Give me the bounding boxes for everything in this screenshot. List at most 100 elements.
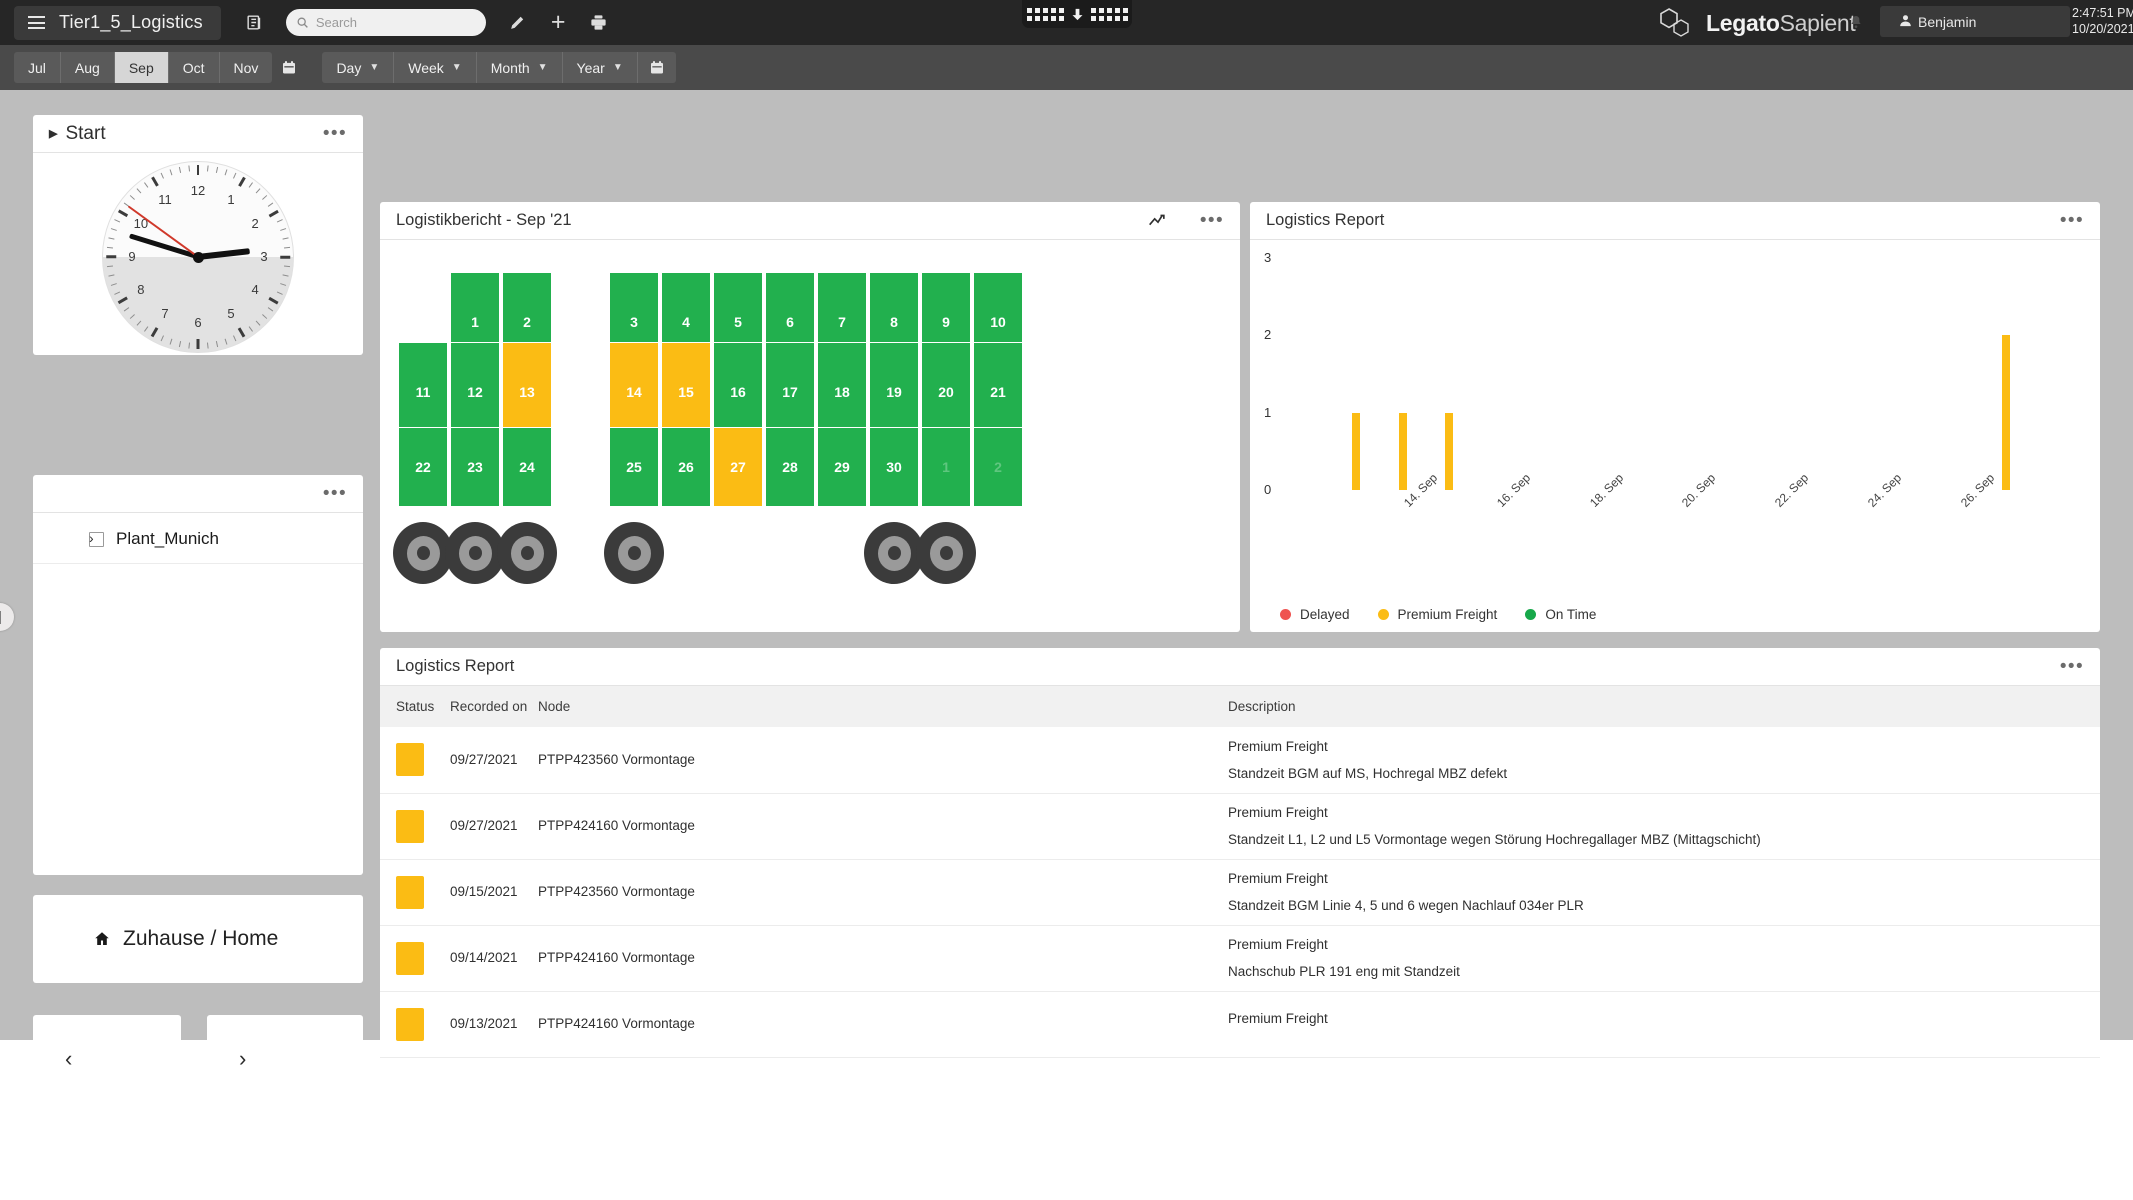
chart-legend: Delayed Premium Freight On Time: [1280, 607, 1596, 622]
day-status-cell[interactable]: 22: [398, 427, 448, 507]
day-status-cell[interactable]: 29: [817, 427, 867, 507]
table-row[interactable]: 09/27/2021 PTPP424160 Vormontage Premium F…: [380, 793, 2100, 860]
cell-node: PTPP423560 Vormontage: [538, 751, 695, 767]
clock-tick: [106, 255, 116, 259]
wheel-indicator[interactable]: [497, 522, 557, 584]
chart-bar[interactable]: [1352, 412, 1361, 490]
chart-card-menu-button[interactable]: •••: [2060, 211, 2084, 230]
app-menu-button[interactable]: Tier1_5_Logistics: [14, 5, 221, 40]
chart-bar[interactable]: [1398, 412, 1407, 490]
tree-item-plant-munich[interactable]: Plant_Munich: [33, 513, 363, 564]
table-row[interactable]: 09/27/2021 PTPP423560 Vormontage Premium F…: [380, 727, 2100, 794]
wheel-indicator[interactable]: [393, 522, 453, 584]
next-page-card[interactable]: ›: [207, 1015, 363, 1103]
day-status-cell[interactable]: 24: [502, 427, 552, 507]
day-status-cell[interactable]: 28: [765, 427, 815, 507]
window-drag-handle[interactable]: [1022, 0, 1132, 28]
plus-icon[interactable]: +: [551, 10, 566, 35]
previous-page-card[interactable]: ‹: [33, 1015, 181, 1103]
cell-node: PTPP424160 Vormontage: [538, 950, 695, 965]
clock-hour-number: 12: [190, 183, 206, 198]
month-tab-oct[interactable]: Oct: [168, 52, 220, 83]
day-status-cell[interactable]: 25: [609, 427, 659, 507]
cell-node-wrap: PTPP424160 Vormontage: [538, 925, 1228, 992]
chevron-right-icon[interactable]: ›: [207, 1015, 363, 1103]
day-status-cell[interactable]: 27: [713, 427, 763, 507]
cell-node-wrap: PTPP424160 Vormontage: [538, 991, 1228, 1058]
bar-chart-plot: 0 1 2 3 14. Sep 16. Sep 18. Sep 20. Sep 22. Sep 2…: [1250, 240, 2100, 580]
range-tab-year[interactable]: Year ▼: [562, 52, 638, 83]
wheel-indicator[interactable]: [916, 522, 976, 584]
range-tab-week[interactable]: Week ▼: [394, 52, 477, 83]
column-header-node[interactable]: Node: [538, 686, 1228, 727]
wheel-inner-ring: [617, 535, 651, 571]
month-tab-sep[interactable]: Sep: [114, 52, 169, 83]
start-button[interactable]: ▶ Start: [49, 123, 106, 145]
status-badge: [396, 743, 424, 777]
chevron-down-icon: ▼: [612, 62, 623, 73]
search-box[interactable]: [285, 9, 486, 36]
month-tab-aug[interactable]: Aug: [60, 52, 115, 83]
clock-datetime: 2:47:51 PM 10/20/2021: [2072, 5, 2133, 37]
legend-item[interactable]: On Time: [1525, 607, 1596, 622]
cell-description-title: Premium Freight: [1228, 805, 1328, 820]
range-selector[interactable]: Day ▼ Week ▼ Month ▼ Year ▼: [322, 52, 676, 83]
wheel-indicator[interactable]: [445, 522, 505, 584]
wheel-inner-ring: [406, 535, 440, 571]
calendar-picker-left-button[interactable]: [272, 52, 306, 83]
table-row[interactable]: 09/13/2021 PTPP424160 Vormontage Premium F…: [380, 991, 2100, 1058]
chevron-left-icon[interactable]: ‹: [33, 1015, 181, 1103]
logistikbericht-menu-button[interactable]: •••: [1200, 211, 1224, 230]
column-header-recorded-on[interactable]: Recorded on: [450, 686, 538, 727]
day-status-cell[interactable]: 2: [973, 427, 1023, 507]
legend-color-dot: [1525, 609, 1537, 620]
table-card-title: Logistics Report: [396, 657, 515, 675]
wheel-indicator[interactable]: [864, 522, 924, 584]
calendar-picker-right-button[interactable]: [637, 52, 676, 83]
trend-line-icon[interactable]: [1148, 213, 1168, 228]
print-icon[interactable]: [589, 13, 608, 32]
legend-item[interactable]: Delayed: [1280, 607, 1350, 622]
day-status-cell[interactable]: 1: [921, 427, 971, 507]
clock-tick: [196, 339, 200, 349]
chart-bar[interactable]: [1445, 412, 1454, 490]
day-status-cell[interactable]: 26: [661, 427, 711, 507]
home-breadcrumb-card[interactable]: Zuhause / Home: [33, 895, 363, 983]
brand-secondary: Sapient: [1779, 9, 1856, 36]
range-tab-month[interactable]: Month ▼: [476, 52, 563, 83]
current-date: 10/20/2021: [2072, 22, 2133, 36]
range-tab-day[interactable]: Day ▼: [322, 52, 395, 83]
tree-card-menu-button[interactable]: •••: [323, 484, 347, 503]
bell-icon[interactable]: [1848, 13, 1864, 36]
chart-bar[interactable]: [2002, 335, 2011, 490]
legend-item[interactable]: Premium Freight: [1377, 607, 1497, 622]
wheel-hub: [416, 546, 430, 560]
hamburger-icon[interactable]: [28, 16, 45, 29]
clock-hour-number: 6: [194, 315, 202, 330]
analog-clock: 12 1 2 3 4 5 6 7 8 9 10 11: [33, 153, 363, 353]
column-header-status[interactable]: Status: [380, 686, 450, 727]
tree-expand-caret[interactable]: ›: [89, 530, 94, 546]
day-status-cell[interactable]: 30: [869, 427, 919, 507]
pencil-icon[interactable]: [508, 13, 527, 32]
y-axis-tick-label: 2: [1264, 327, 1272, 343]
column-header-description[interactable]: Description: [1228, 686, 2100, 727]
cell-date: 09/15/2021: [450, 859, 538, 926]
clock-card-menu-button[interactable]: •••: [323, 124, 347, 143]
month-tab-nov[interactable]: Nov: [219, 52, 273, 83]
month-tab-jul[interactable]: Jul: [14, 52, 61, 83]
day-status-cell[interactable]: 23: [450, 427, 500, 507]
table-card-menu-button[interactable]: •••: [2060, 657, 2084, 676]
wheel-indicator[interactable]: [604, 522, 664, 584]
arrow-down-icon[interactable]: [1070, 6, 1085, 23]
clock-center-pin: [192, 251, 204, 263]
clock-tick: [196, 165, 200, 175]
user-menu-button[interactable]: Benjamin: [1880, 6, 2070, 37]
search-input[interactable]: [315, 15, 476, 30]
table-row[interactable]: 09/15/2021 PTPP423560 Vormontage Premium F…: [380, 859, 2100, 926]
sidebar-collapse-handle[interactable]: [0, 603, 14, 631]
document-icon[interactable]: [245, 13, 264, 32]
table-row[interactable]: 09/14/2021 PTPP424160 Vormontage Premium F…: [380, 925, 2100, 992]
cell-description-title: Premium Freight: [1228, 937, 1328, 952]
month-selector[interactable]: Jul Aug Sep Oct Nov: [14, 52, 273, 83]
